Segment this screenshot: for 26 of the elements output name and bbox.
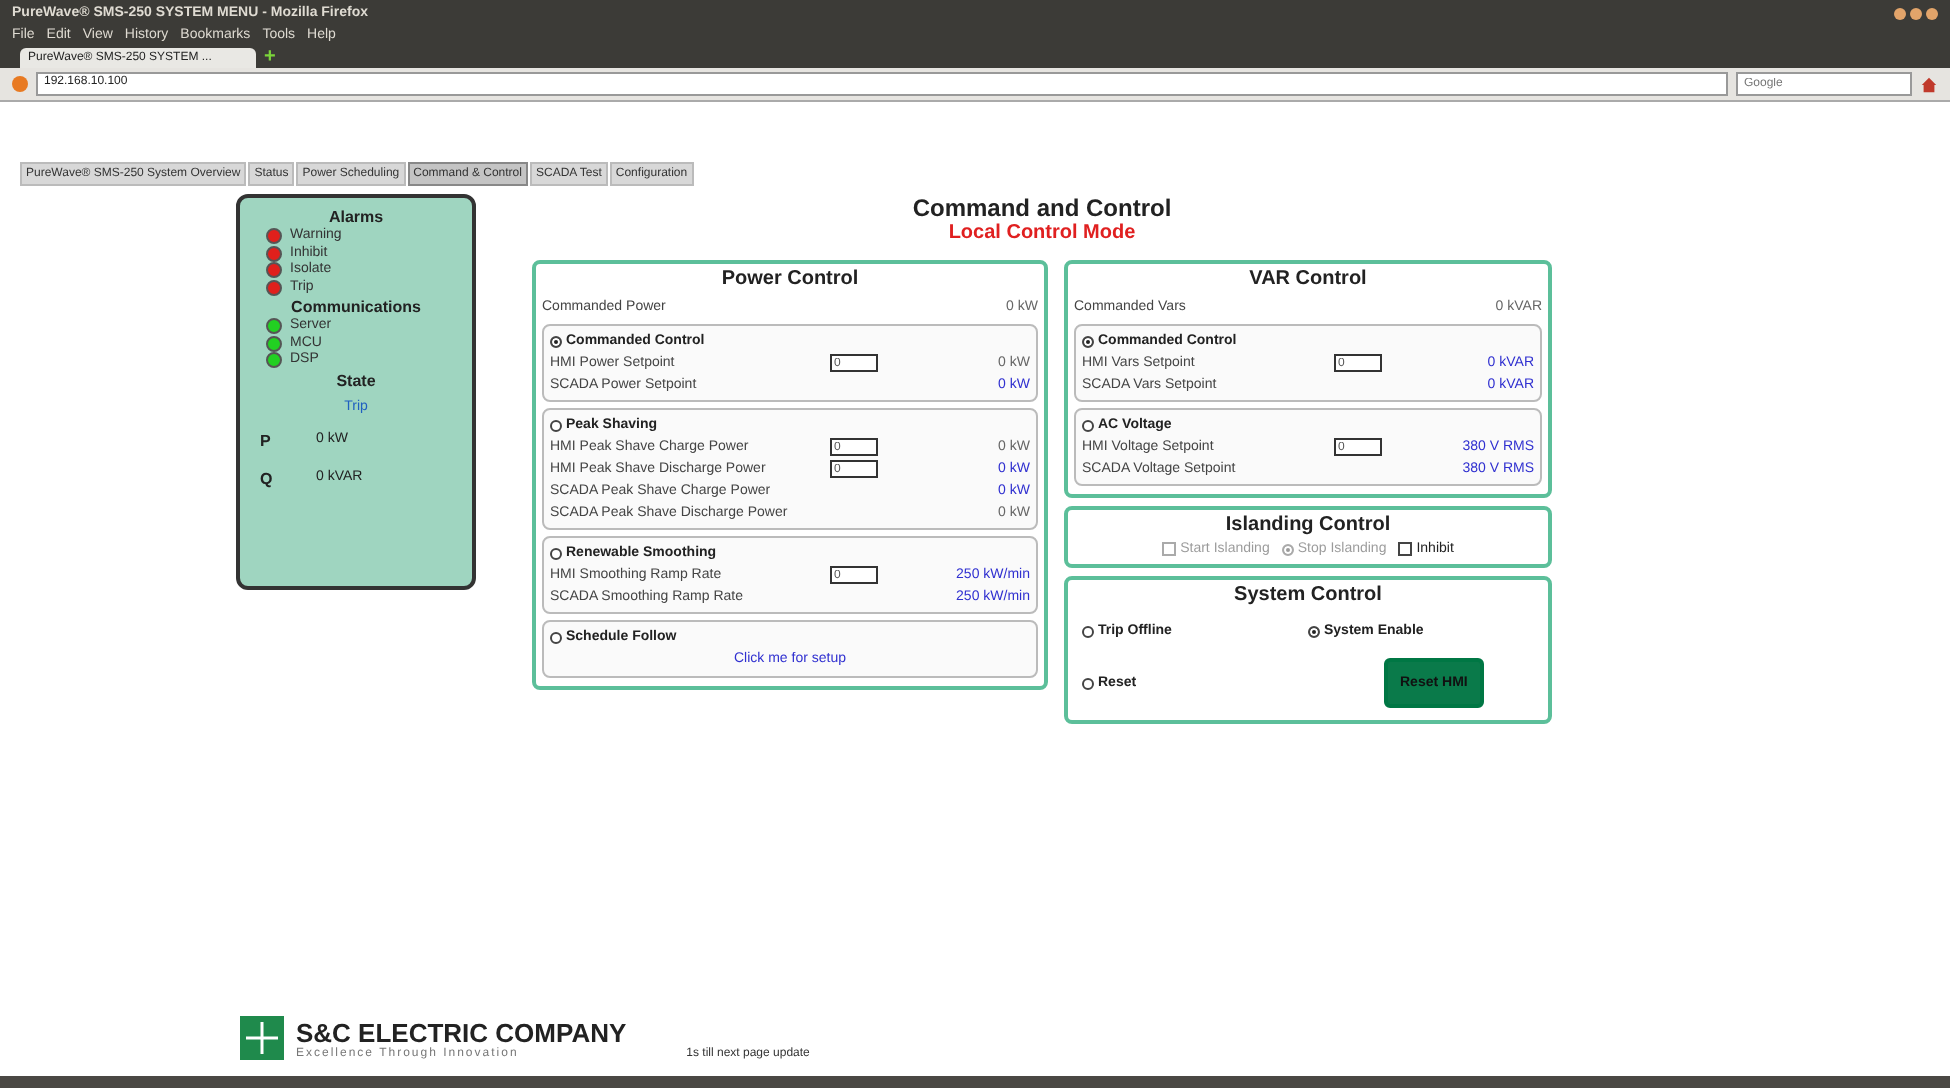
- radio-button[interactable]: [550, 335, 562, 347]
- reading-label: Q: [260, 469, 275, 487]
- radio-button[interactable]: [1082, 625, 1094, 637]
- radio-button[interactable]: [1308, 625, 1320, 637]
- browser-logo-icon: [12, 76, 28, 92]
- page-title: Command and Control: [912, 194, 1172, 222]
- panel-title: Power Control: [719, 268, 861, 290]
- new-tab-button[interactable]: +: [264, 48, 276, 68]
- section-heading: State: [336, 371, 376, 389]
- section-heading: Alarms: [328, 208, 384, 226]
- mode-label: Local Control Mode: [948, 222, 1136, 244]
- radio-button[interactable]: [550, 547, 562, 559]
- radio-button[interactable]: [1082, 419, 1094, 431]
- radio-button[interactable]: [550, 631, 562, 643]
- radio-button[interactable]: [1082, 677, 1094, 689]
- panel-title: VAR Control: [1247, 268, 1369, 290]
- panel-title: Islanding Control: [1223, 514, 1393, 536]
- section-heading: Communications: [291, 298, 421, 316]
- panel-title: System Control: [1232, 584, 1384, 606]
- home-icon[interactable]: [1920, 75, 1938, 93]
- radio-button[interactable]: [550, 419, 562, 431]
- radio-button[interactable]: [1082, 335, 1094, 347]
- reading-label: P: [260, 431, 273, 449]
- checkbox[interactable]: [1398, 542, 1413, 556]
- logo-icon: [240, 1016, 284, 1060]
- company-name: S&C ELECTRIC COMPANY: [296, 1017, 627, 1047]
